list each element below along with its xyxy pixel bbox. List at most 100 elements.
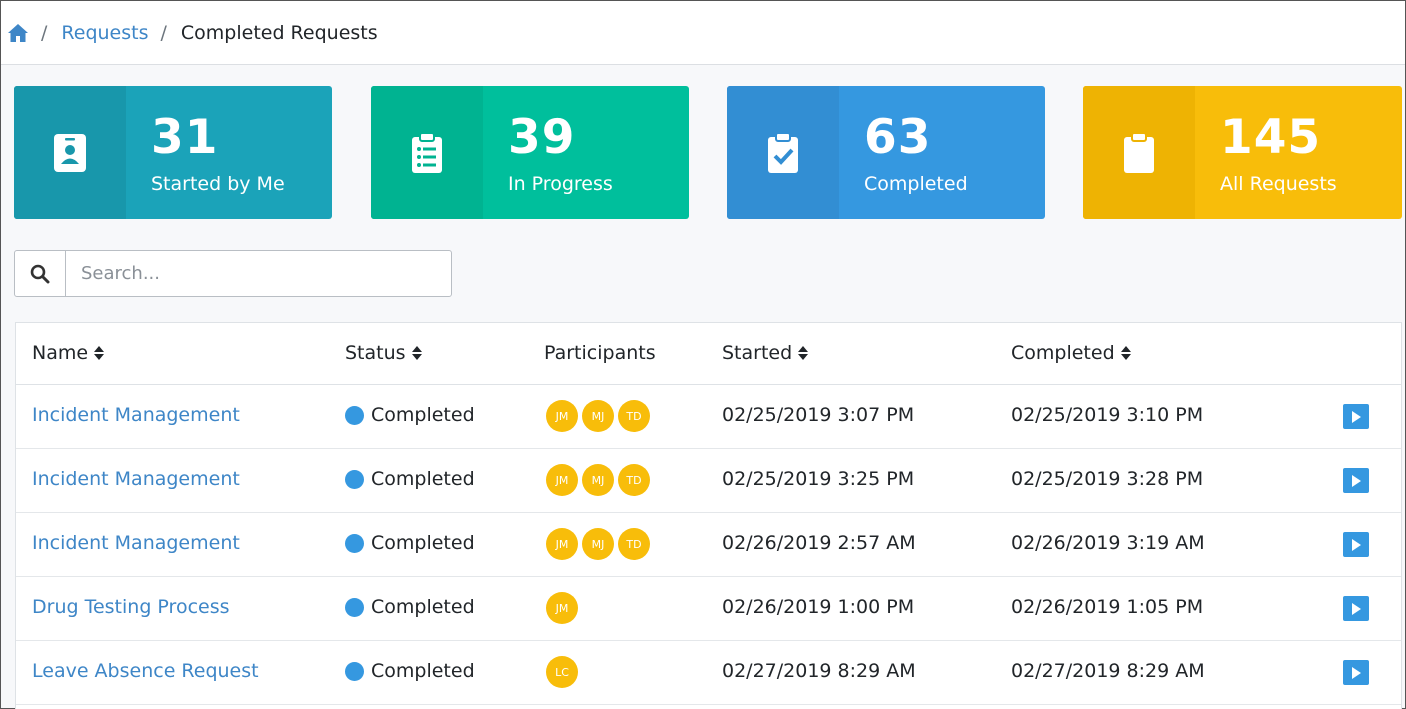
status-cell: Completed <box>345 532 475 554</box>
started-date: 02/25/2019 3:25 PM <box>722 468 915 490</box>
request-name-link[interactable]: Incident Management <box>32 468 240 490</box>
request-name-link[interactable]: Incident Management <box>32 404 240 426</box>
search-icon <box>30 264 50 283</box>
avatar[interactable]: JM <box>546 464 578 496</box>
column-header-status[interactable]: Status <box>345 342 423 364</box>
table-row: Incident Management Completed JM MJ TD 0… <box>16 385 1401 449</box>
breadcrumb-separator: / <box>160 21 167 44</box>
play-icon <box>1352 538 1361 551</box>
avatar[interactable]: MJ <box>582 400 614 432</box>
avatar[interactable]: TD <box>618 400 650 432</box>
status-text: Completed <box>371 532 475 554</box>
status-text: Completed <box>371 468 475 490</box>
card-all-requests[interactable]: 145 All Requests <box>1083 86 1402 219</box>
card-count: 39 <box>508 110 576 165</box>
breadcrumb-requests-link[interactable]: Requests <box>61 22 148 44</box>
clipboard-icon <box>1124 131 1154 173</box>
header-label: Participants <box>544 342 656 364</box>
breadcrumb-separator: / <box>41 21 48 44</box>
started-date: 02/27/2019 8:29 AM <box>722 660 916 682</box>
search-input[interactable] <box>66 251 451 296</box>
card-count: 31 <box>151 110 219 165</box>
header-label: Completed <box>1011 342 1115 364</box>
completed-date: 02/25/2019 3:10 PM <box>1011 404 1204 426</box>
participants-cell: JM MJ TD <box>546 464 654 496</box>
breadcrumb: / Requests / Completed Requests <box>1 1 1405 65</box>
status-text: Completed <box>371 660 475 682</box>
column-header-started[interactable]: Started <box>722 342 809 364</box>
avatar[interactable]: JM <box>546 400 578 432</box>
avatar[interactable]: LC <box>546 656 578 688</box>
status-cell: Completed <box>345 404 475 426</box>
request-name-link[interactable]: Incident Management <box>32 532 240 554</box>
started-date: 02/25/2019 3:07 PM <box>722 404 915 426</box>
table-row: Incident Management Completed JM MJ TD 0… <box>16 513 1401 577</box>
play-icon <box>1352 666 1361 679</box>
completed-date: 02/26/2019 3:19 AM <box>1011 532 1205 554</box>
card-count: 145 <box>1220 110 1322 165</box>
header-label: Name <box>32 342 89 364</box>
participants-cell: JM <box>546 592 582 624</box>
play-icon <box>1352 474 1361 487</box>
table-row: Drug Testing Process Completed JM 02/26/… <box>16 577 1401 641</box>
open-request-button[interactable] <box>1343 532 1369 557</box>
status-dot <box>345 597 364 617</box>
participants-cell: LC <box>546 656 582 688</box>
header-label: Status <box>345 342 406 364</box>
completed-date: 02/26/2019 1:05 PM <box>1011 596 1204 618</box>
sort-icon <box>1120 346 1131 360</box>
completed-date: 02/25/2019 3:28 PM <box>1011 468 1204 490</box>
request-name-link[interactable]: Drug Testing Process <box>32 596 230 618</box>
id-badge-icon <box>54 133 86 172</box>
column-header-name[interactable]: Name <box>32 342 105 364</box>
clipboard-check-icon <box>768 131 798 173</box>
card-count: 63 <box>864 110 932 165</box>
header-label: Started <box>722 342 793 364</box>
status-dot <box>345 405 364 425</box>
card-completed[interactable]: 63 Completed <box>727 86 1045 219</box>
card-in-progress[interactable]: 39 In Progress <box>371 86 689 219</box>
request-name-link[interactable]: Leave Absence Request <box>32 660 259 682</box>
table-row: Leave Absence Request Completed LC 02/27… <box>16 641 1401 705</box>
breadcrumb-current: Completed Requests <box>180 21 378 44</box>
status-text: Completed <box>371 404 475 426</box>
avatar[interactable]: JM <box>546 592 578 624</box>
open-request-button[interactable] <box>1343 660 1369 685</box>
home-icon[interactable] <box>7 23 29 43</box>
requests-table: Name Status Participants Started Complet… <box>15 322 1402 709</box>
play-icon <box>1352 602 1361 615</box>
card-label: Started by Me <box>151 173 285 195</box>
status-dot <box>345 661 364 681</box>
started-date: 02/26/2019 1:00 PM <box>722 596 915 618</box>
sort-icon <box>798 346 809 360</box>
avatar[interactable]: MJ <box>582 464 614 496</box>
play-icon <box>1352 410 1361 423</box>
clipboard-list-icon <box>412 131 442 173</box>
column-header-completed[interactable]: Completed <box>1011 342 1132 364</box>
column-header-participants: Participants <box>544 342 656 364</box>
open-request-button[interactable] <box>1343 468 1369 493</box>
status-dot <box>345 533 364 553</box>
status-cell: Completed <box>345 468 475 490</box>
open-request-button[interactable] <box>1343 404 1369 429</box>
avatar[interactable]: MJ <box>582 528 614 560</box>
search-button[interactable] <box>15 251 66 296</box>
table-header: Name Status Participants Started Complet… <box>16 323 1401 385</box>
avatar[interactable]: TD <box>618 464 650 496</box>
card-started-by-me[interactable]: 31 Started by Me <box>14 86 332 219</box>
participants-cell: JM MJ TD <box>546 528 654 560</box>
search-box <box>14 250 452 297</box>
sort-icon <box>94 346 105 360</box>
status-cell: Completed <box>345 660 475 682</box>
card-label: All Requests <box>1220 173 1337 195</box>
sort-icon <box>411 346 422 360</box>
avatar[interactable]: JM <box>546 528 578 560</box>
status-text: Completed <box>371 596 475 618</box>
participants-cell: JM MJ TD <box>546 400 654 432</box>
avatar[interactable]: TD <box>618 528 650 560</box>
started-date: 02/26/2019 2:57 AM <box>722 532 916 554</box>
open-request-button[interactable] <box>1343 596 1369 621</box>
status-dot <box>345 469 364 489</box>
card-label: Completed <box>864 173 968 195</box>
status-cell: Completed <box>345 596 475 618</box>
